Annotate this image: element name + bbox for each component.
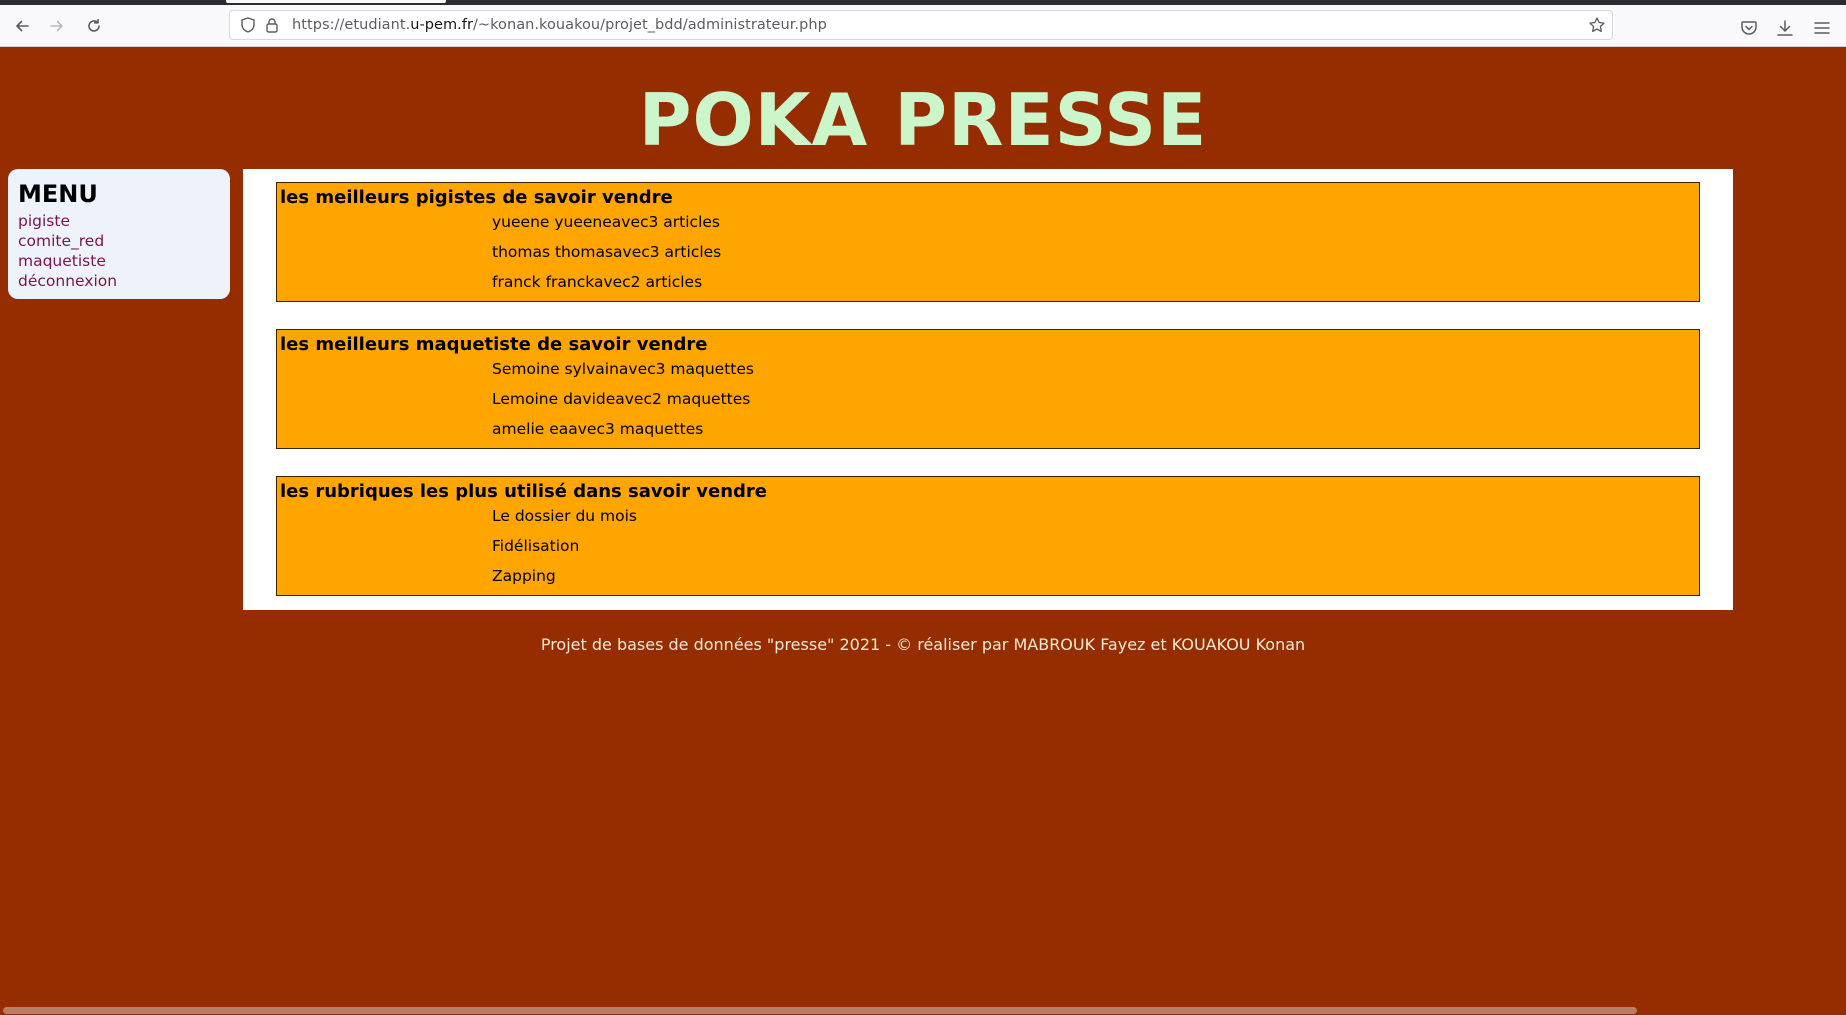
- download-icon[interactable]: [1775, 18, 1795, 38]
- list-item: Le dossier du mois: [492, 507, 637, 525]
- url-prefix: https://etudiant.: [292, 17, 411, 33]
- url-path: /~konan.kouakou/projet_bdd/administrateu…: [472, 17, 827, 33]
- main-content: les meilleurs pigistes de savoir vendre …: [243, 169, 1733, 610]
- section-heading: les rubriques les plus utilisé dans savo…: [280, 481, 768, 502]
- address-bar[interactable]: https://etudiant.u-pem.fr/~konan.kouakou…: [229, 10, 1613, 40]
- browser-toolbar: https://etudiant.u-pem.fr/~konan.kouakou…: [0, 5, 1846, 47]
- hamburger-menu-icon[interactable]: [1812, 18, 1832, 38]
- reload-icon: [88, 18, 100, 32]
- list-item: Lemoine davideavec2 maquettes: [492, 390, 751, 408]
- list-item: thomas thomasavec3 articles: [492, 243, 722, 261]
- lock-icon[interactable]: [263, 16, 281, 34]
- back-button[interactable]: [10, 14, 34, 38]
- section-top-pigistes: les meilleurs pigistes de savoir vendre …: [276, 182, 1700, 302]
- reload-button[interactable]: [82, 14, 106, 38]
- list-item: Semoine sylvainavec3 maquettes: [492, 360, 754, 378]
- sidebar-menu: MENU pigiste comite_red maquetiste décon…: [8, 169, 230, 299]
- menu-link-maquetiste[interactable]: maquetiste: [18, 251, 220, 271]
- forward-button[interactable]: [45, 14, 69, 38]
- menu-link-pigiste[interactable]: pigiste: [18, 211, 220, 231]
- list-item: yueene yueeneavec3 articles: [492, 213, 720, 231]
- list-item: Fidélisation: [492, 537, 580, 555]
- url-domain: u-pem.fr: [410, 17, 473, 33]
- site-title: POKA PRESSE: [638, 78, 1208, 162]
- page-footer: Projet de bases de données "presse" 2021…: [540, 635, 1306, 654]
- url-text[interactable]: https://etudiant.u-pem.fr/~konan.kouakou…: [292, 17, 827, 33]
- star-icon[interactable]: [1588, 16, 1606, 34]
- section-heading: les meilleurs pigistes de savoir vendre: [280, 187, 673, 208]
- menu-heading: MENU: [18, 180, 98, 208]
- pocket-icon[interactable]: [1739, 18, 1759, 38]
- section-heading: les meilleurs maquetiste de savoir vendr…: [280, 334, 708, 355]
- list-item: franck franckavec2 articles: [492, 273, 703, 291]
- section-top-maquetistes: les meilleurs maquetiste de savoir vendr…: [276, 329, 1700, 449]
- shield-icon[interactable]: [239, 16, 257, 34]
- list-item: amelie eaavec3 maquettes: [492, 420, 704, 438]
- section-top-rubriques: les rubriques les plus utilisé dans savo…: [276, 476, 1700, 596]
- arrow-left-icon: [16, 20, 29, 32]
- menu-link-comite-red[interactable]: comite_red: [18, 231, 220, 251]
- active-tab-indicator[interactable]: [226, 0, 446, 3]
- menu-link-deconnexion[interactable]: déconnexion: [18, 271, 220, 291]
- list-item: Zapping: [492, 567, 556, 585]
- arrow-right-icon: [50, 20, 63, 32]
- horizontal-scrollbar[interactable]: [0, 1006, 1846, 1015]
- scrollbar-thumb[interactable]: [3, 1007, 1637, 1014]
